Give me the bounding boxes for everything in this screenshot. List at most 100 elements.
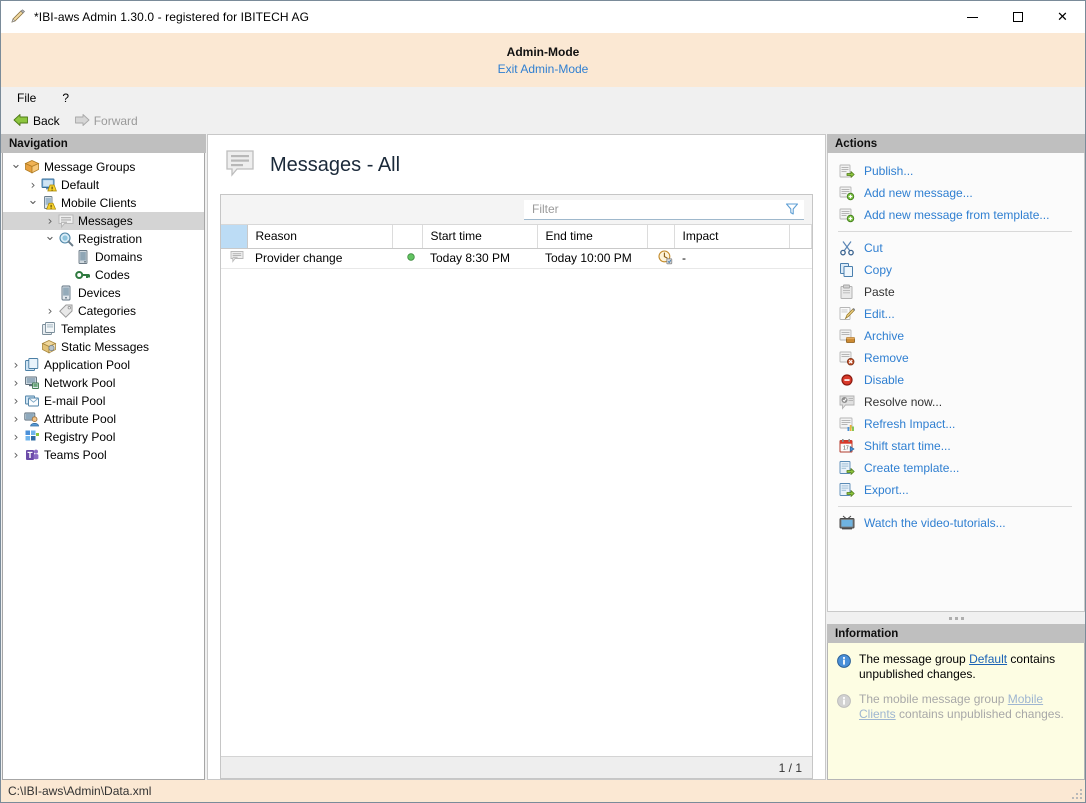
resize-grip[interactable] bbox=[1070, 787, 1082, 799]
chevron-right-icon[interactable]: › bbox=[9, 448, 23, 462]
sidebar-item-registry-pool[interactable]: ›Registry Pool bbox=[3, 428, 204, 446]
status-bar: C:\IBI-aws\Admin\Data.xml bbox=[1, 780, 1085, 802]
sidebar-item-devices[interactable]: ›Devices bbox=[3, 284, 204, 302]
action-shift-start-time[interactable]: 17Shift start time... bbox=[828, 435, 1084, 457]
funnel-icon[interactable] bbox=[784, 202, 800, 216]
panel-splitter[interactable] bbox=[827, 612, 1085, 624]
action-refresh-impact[interactable]: Refresh Impact... bbox=[828, 413, 1084, 435]
sidebar-item-label: Network Pool bbox=[44, 376, 115, 390]
content-header: Messages - All bbox=[208, 135, 825, 194]
sidebar-item-registration[interactable]: ⌄Registration bbox=[3, 230, 204, 248]
action-add-new-message[interactable]: Add new message... bbox=[828, 182, 1084, 204]
right-column: Actions Publish... Add new message... Add … bbox=[827, 134, 1085, 780]
col-end-time[interactable]: End time bbox=[537, 225, 647, 248]
back-label: Back bbox=[33, 114, 60, 128]
navigation-panel: Navigation ⌄Message Groups›Default⌄Mobil… bbox=[1, 134, 206, 780]
action-disable[interactable]: Disable bbox=[828, 369, 1084, 391]
arrow-right-icon bbox=[74, 113, 90, 130]
monitor-warning-icon bbox=[40, 177, 57, 193]
search-input[interactable] bbox=[530, 200, 784, 218]
action-watch-the-video-tutorials[interactable]: Watch the video-tutorials... bbox=[828, 512, 1084, 534]
sidebar-item-messages[interactable]: ›Messages bbox=[3, 212, 204, 230]
chevron-down-icon[interactable]: ⌄ bbox=[26, 199, 40, 208]
action-create-template[interactable]: Create template... bbox=[828, 457, 1084, 479]
action-label: Add new message... bbox=[864, 186, 973, 200]
messages-icon bbox=[57, 213, 74, 229]
action-copy[interactable]: Copy bbox=[828, 259, 1084, 281]
navigation-toolbar: Back Forward bbox=[1, 109, 1085, 134]
filter-box[interactable] bbox=[524, 200, 804, 220]
action-remove[interactable]: Remove bbox=[828, 347, 1084, 369]
table-row[interactable]: Provider changeToday 8:30 PMToday 10:00 … bbox=[221, 248, 812, 268]
static-messages-icon bbox=[40, 339, 57, 355]
chevron-right-icon[interactable]: › bbox=[9, 376, 23, 390]
navigation-tree[interactable]: ⌄Message Groups›Default⌄Mobile Clients›M… bbox=[2, 153, 205, 780]
action-export[interactable]: Export... bbox=[828, 479, 1084, 501]
menu-help[interactable]: ? bbox=[58, 89, 73, 107]
action-label: Refresh Impact... bbox=[864, 417, 955, 431]
chevron-right-icon[interactable]: › bbox=[9, 394, 23, 408]
action-label: Edit... bbox=[864, 307, 895, 321]
sidebar-item-label: Codes bbox=[95, 268, 130, 282]
chevron-right-icon[interactable]: › bbox=[43, 214, 57, 228]
action-edit[interactable]: Edit... bbox=[828, 303, 1084, 325]
information-link[interactable]: Default bbox=[969, 652, 1007, 666]
action-label: Export... bbox=[864, 483, 909, 497]
chevron-right-icon[interactable]: › bbox=[43, 304, 57, 318]
chevron-down-icon[interactable]: ⌄ bbox=[9, 163, 23, 172]
pagination-label: 1 / 1 bbox=[779, 761, 802, 775]
sidebar-item-application-pool[interactable]: ›Application Pool bbox=[3, 356, 204, 374]
close-icon: ✕ bbox=[1057, 10, 1068, 25]
chevron-right-icon[interactable]: › bbox=[9, 358, 23, 372]
information-message: The mobile message group Mobile Clients … bbox=[836, 692, 1076, 722]
sidebar-item-attribute-pool[interactable]: ›Attribute Pool bbox=[3, 410, 204, 428]
col-reason[interactable]: Reason bbox=[247, 225, 392, 248]
action-add-new-message-from-template[interactable]: Add new message from template... bbox=[828, 204, 1084, 226]
action-cut[interactable]: Cut bbox=[828, 237, 1084, 259]
sidebar-item-teams-pool[interactable]: ›Teams Pool bbox=[3, 446, 204, 464]
information-suffix: contains unpublished changes. bbox=[896, 707, 1064, 721]
action-publish[interactable]: Publish... bbox=[828, 160, 1084, 182]
grid-footer: 1 / 1 bbox=[221, 756, 812, 778]
col-impact[interactable]: Impact bbox=[674, 225, 789, 248]
add-message-icon bbox=[838, 185, 856, 201]
resolve-icon bbox=[838, 394, 856, 410]
action-paste: Paste bbox=[828, 281, 1084, 303]
actions-header: Actions bbox=[827, 134, 1085, 153]
sidebar-item-e-mail-pool[interactable]: ›E-mail Pool bbox=[3, 392, 204, 410]
information-panel: Information The message group Default co… bbox=[827, 624, 1085, 780]
sidebar-item-codes[interactable]: ›Codes bbox=[3, 266, 204, 284]
sidebar-item-network-pool[interactable]: › Network Pool bbox=[3, 374, 204, 392]
minimize-button[interactable] bbox=[950, 1, 995, 33]
exit-admin-mode-link[interactable]: Exit Admin-Mode bbox=[498, 62, 589, 76]
email-pool-icon bbox=[23, 393, 40, 409]
menu-file[interactable]: File bbox=[13, 89, 40, 107]
back-button[interactable]: Back bbox=[9, 112, 64, 131]
sidebar-item-static-messages[interactable]: ›Static Messages bbox=[3, 338, 204, 356]
chevron-down-icon[interactable]: ⌄ bbox=[43, 235, 57, 244]
sidebar-item-categories[interactable]: ›Categories bbox=[3, 302, 204, 320]
chevron-right-icon[interactable]: › bbox=[9, 430, 23, 444]
action-archive[interactable]: Archive bbox=[828, 325, 1084, 347]
chevron-right-icon[interactable]: › bbox=[26, 178, 40, 192]
templates-icon bbox=[40, 321, 57, 337]
sidebar-item-default[interactable]: ›Default bbox=[3, 176, 204, 194]
sidebar-item-mobile-clients[interactable]: ⌄Mobile Clients bbox=[3, 194, 204, 212]
sidebar-item-message-groups[interactable]: ⌄Message Groups bbox=[3, 158, 204, 176]
chevron-right-icon[interactable]: › bbox=[9, 412, 23, 426]
maximize-button[interactable] bbox=[995, 1, 1040, 33]
minimize-icon bbox=[967, 17, 978, 18]
key-icon bbox=[74, 267, 91, 283]
sidebar-item-domains[interactable]: ›Domains bbox=[3, 248, 204, 266]
mobile-warning-icon bbox=[40, 195, 57, 211]
sidebar-item-templates[interactable]: ›Templates bbox=[3, 320, 204, 338]
sidebar-item-label: Devices bbox=[78, 286, 121, 300]
main-body: Navigation ⌄Message Groups›Default⌄Mobil… bbox=[1, 134, 1085, 780]
info-icon bbox=[836, 652, 852, 682]
close-button[interactable]: ✕ bbox=[1040, 1, 1085, 33]
cell-reason: Provider change bbox=[247, 248, 392, 268]
col-start-time[interactable]: Start time bbox=[422, 225, 537, 248]
actions-list[interactable]: Publish... Add new message... Add new mess… bbox=[827, 153, 1085, 612]
create-template-icon bbox=[838, 460, 856, 476]
disable-icon bbox=[838, 372, 856, 388]
